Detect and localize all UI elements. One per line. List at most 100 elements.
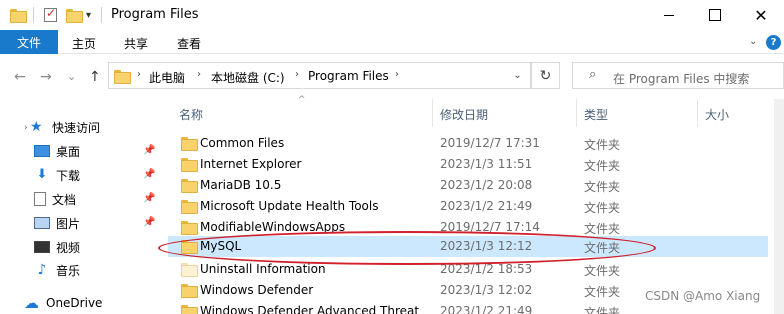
maximize-button[interactable] [692, 0, 738, 30]
sidebar-item-documents[interactable]: 文档 [34, 189, 76, 209]
file-type: 文件夹 [584, 159, 621, 173]
search-placeholder: 在 Program Files 中搜索 [613, 72, 750, 86]
tab-file[interactable]: 文件 [0, 30, 58, 54]
customize-quick-access-icon[interactable]: ▾ [86, 6, 91, 24]
file-modified: 2023/1/2 18:53 [440, 262, 533, 276]
file-modified: 2023/1/3 12:12 [440, 239, 533, 253]
chevron-right-icon[interactable]: › [395, 69, 399, 80]
sidebar-item-onedrive[interactable]: ☁ OneDrive [24, 293, 102, 313]
sidebar-item-pictures[interactable]: 图片 [34, 213, 80, 233]
file-name: Common Files [200, 136, 285, 150]
sidebar-item-downloads[interactable]: ⬇ 下载 [34, 165, 80, 185]
table-row[interactable]: Microsoft Update Health Tools 2023/1/2 2… [168, 196, 768, 217]
column-divider[interactable] [697, 99, 698, 127]
file-type: 文件夹 [584, 285, 621, 299]
tab-view[interactable]: 查看 [177, 35, 201, 52]
table-row[interactable]: ModifiableWindowsApps 2019/12/7 17:14 文件… [168, 217, 768, 238]
address-bar[interactable]: › 此电脑 › 本地磁盘 (C:) › Program Files › [108, 62, 560, 89]
file-name: Internet Explorer [200, 157, 302, 171]
pin-icon: 📌 [143, 193, 156, 204]
file-type: 文件夹 [584, 180, 621, 194]
folder-icon [181, 137, 198, 151]
column-name[interactable]: 名称 [179, 106, 203, 123]
folder-icon [181, 284, 198, 298]
column-size[interactable]: 大小 [705, 106, 729, 123]
expand-arrow-icon[interactable]: › [24, 123, 28, 133]
chevron-right-icon[interactable]: › [295, 69, 299, 80]
chevron-right-icon[interactable]: › [197, 69, 201, 80]
file-type: 文件夹 [584, 264, 621, 278]
file-modified: 2019/12/7 17:14 [440, 220, 540, 234]
sidebar-item-music[interactable]: ♪ 音乐 [34, 260, 80, 280]
table-row[interactable]: Internet Explorer 2023/1/3 11:51 文件夹 [168, 154, 768, 175]
file-name: Uninstall Information [200, 262, 326, 276]
file-modified: 2023/1/3 12:02 [440, 283, 533, 297]
music-icon: ♪ [37, 262, 47, 278]
sidebar-item-label: 下载 [56, 168, 81, 183]
folder-icon [181, 221, 198, 235]
sidebar-item-label: OneDrive [46, 296, 103, 310]
file-modified: 2023/1/2 20:08 [440, 178, 533, 192]
sidebar-item-label: 文档 [52, 192, 77, 207]
folder-icon [181, 179, 198, 193]
download-icon: ⬇ [36, 167, 48, 182]
folder-icon[interactable] [10, 6, 27, 24]
file-name: ModifiableWindowsApps [200, 220, 346, 234]
column-divider[interactable] [432, 99, 433, 127]
sidebar-item-videos[interactable]: 视频 [34, 237, 80, 257]
file-type: 文件夹 [584, 222, 621, 236]
star-icon: ★ [30, 119, 43, 135]
breadcrumb-this-pc[interactable]: 此电脑 [149, 69, 185, 86]
tab-share[interactable]: 共享 [124, 35, 148, 52]
column-header: ^ 名称 修改日期 类型 大小 [168, 95, 784, 127]
toolbar-divider [101, 7, 102, 23]
column-modified[interactable]: 修改日期 [440, 106, 488, 123]
file-name: Windows Defender [200, 283, 314, 297]
forward-button[interactable]: → [40, 69, 52, 85]
minimize-button[interactable] [646, 0, 692, 30]
vertical-scrollbar[interactable] [774, 99, 784, 314]
recent-locations-button[interactable]: ⌄ [67, 70, 76, 83]
folder-icon [181, 158, 198, 172]
watermark: CSDN @Amo Xiang [645, 289, 761, 303]
refresh-button[interactable]: ↻ [531, 62, 560, 89]
table-row[interactable]: MariaDB 10.5 2023/1/2 20:08 文件夹 [168, 175, 768, 196]
expand-ribbon-icon[interactable]: ⌄ [749, 36, 757, 47]
desktop-icon [34, 145, 50, 157]
chevron-right-icon[interactable]: › [137, 69, 141, 80]
tab-home[interactable]: 主页 [72, 35, 96, 52]
column-divider[interactable] [576, 99, 577, 127]
document-icon [34, 192, 46, 206]
table-row[interactable]: Common Files 2019/12/7 17:31 文件夹 [168, 133, 768, 154]
back-button[interactable]: ← [14, 69, 26, 85]
cloud-icon: ☁ [24, 294, 39, 312]
breadcrumb-program-files[interactable]: Program Files [308, 69, 389, 83]
address-dropdown-button[interactable]: ⌄ [505, 62, 531, 89]
table-row-selected[interactable]: MySQL 2023/1/3 12:12 文件夹 [168, 236, 768, 257]
sidebar-item-quick-access[interactable]: ★ 快速访问 [30, 117, 100, 137]
column-type[interactable]: 类型 [584, 106, 608, 123]
file-name: Windows Defender Advanced Threat [200, 304, 420, 314]
search-icon: ⌕ [589, 67, 597, 82]
up-button[interactable]: ↑ [89, 69, 101, 85]
folder-icon [181, 240, 198, 254]
pin-icon: 📌 [143, 145, 156, 156]
sidebar-item-desktop[interactable]: 桌面 [34, 141, 80, 161]
sort-ascending-icon: ^ [298, 95, 306, 105]
pin-icon: 📌 [143, 169, 156, 180]
new-folder-icon[interactable] [66, 6, 83, 24]
breadcrumb-local-disk[interactable]: 本地磁盘 (C:) [211, 69, 285, 86]
file-list: ^ 名称 修改日期 类型 大小 Common Files 2019/12/7 1… [168, 95, 784, 314]
table-row[interactable]: Uninstall Information 2023/1/2 18:53 文件夹 [168, 259, 768, 280]
help-icon[interactable]: ? [766, 35, 781, 50]
sidebar-item-label: 视频 [56, 240, 81, 255]
sidebar-item-label: 快速访问 [52, 120, 101, 135]
search-box[interactable]: ⌕ 在 Program Files 中搜索 [572, 62, 784, 89]
close-button[interactable]: ✕ [738, 0, 784, 30]
sidebar-item-label: 音乐 [56, 263, 81, 278]
file-name: MySQL [200, 239, 242, 253]
properties-icon[interactable] [44, 6, 57, 24]
window-title: Program Files [111, 7, 199, 22]
pin-icon: 📌 [143, 217, 156, 228]
navigation-pane: › ★ 快速访问 桌面 📌 ⬇ 下载 📌 文档 📌 图片 📌 视频 ♪ 音乐 ☁… [0, 99, 168, 314]
